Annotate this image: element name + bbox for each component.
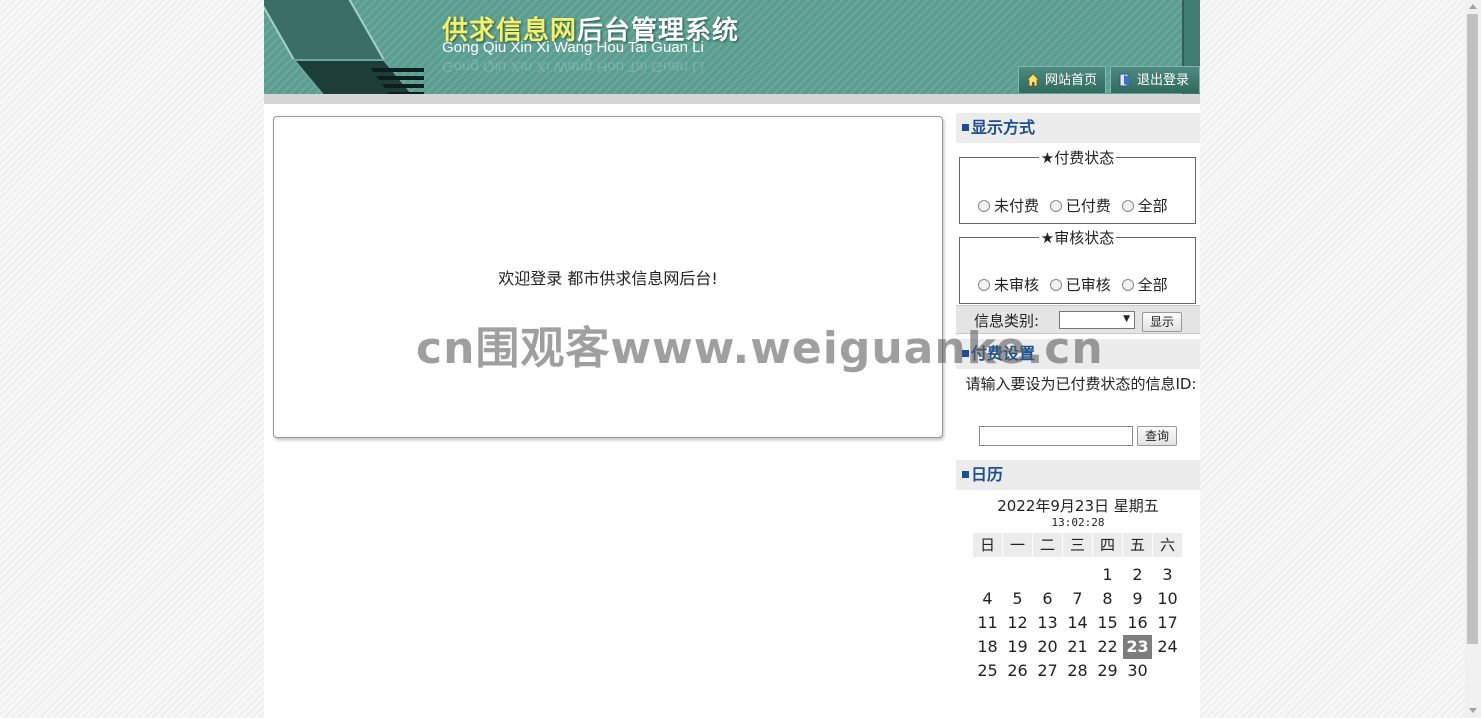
calendar-day[interactable]: 7 xyxy=(1063,587,1092,611)
calendar-heading: 日历 xyxy=(956,460,1200,490)
logout-link[interactable]: 退出登录 xyxy=(1110,66,1200,93)
radio-audit-all[interactable]: 全部 xyxy=(1121,274,1168,295)
pay-status-legend: ★付费状态 xyxy=(1040,149,1115,167)
calendar-week-row: 4 5 6 7 8 9 10 xyxy=(973,587,1183,611)
calendar-date: 2022年9月23日 星期五 xyxy=(997,497,1159,515)
radio-audited[interactable]: 已审核 xyxy=(1049,274,1111,295)
radio-paid[interactable]: 已付费 xyxy=(1049,195,1111,216)
calendar-day[interactable]: 8 xyxy=(1093,587,1122,611)
calendar-time: 13:02:28 xyxy=(1051,516,1105,529)
audit-status-legend: ★审核状态 xyxy=(1040,229,1115,247)
calendar-day[interactable]: 9 xyxy=(1123,587,1152,611)
calendar-day[interactable]: 29 xyxy=(1093,659,1122,683)
radio-circle-icon[interactable] xyxy=(1049,200,1062,212)
query-button[interactable]: 查询 xyxy=(1137,426,1177,446)
heading-bullet-icon xyxy=(962,471,969,478)
scroll-down-arrow-icon[interactable] xyxy=(1469,708,1477,713)
welcome-panel: 欢迎登录 都市供求信息网后台! xyxy=(273,116,943,438)
radio-circle-icon[interactable] xyxy=(1121,279,1134,291)
home-link-label: 网站首页 xyxy=(1045,73,1098,88)
calendar-weekday: 一 xyxy=(1003,533,1032,557)
radio-pay-all-label: 全部 xyxy=(1137,197,1168,215)
audit-status-options: 未审核 已审核 全部 xyxy=(978,274,1174,295)
calendar-day[interactable]: 26 xyxy=(1003,659,1032,683)
calendar-weekday: 四 xyxy=(1093,533,1122,557)
pay-status-options: 未付费 已付费 全部 xyxy=(978,195,1174,216)
calendar-day[interactable]: 13 xyxy=(1033,611,1062,635)
laptop-illustration xyxy=(264,0,424,94)
radio-audited-label: 已审核 xyxy=(1065,276,1111,294)
scroll-up-arrow-icon[interactable] xyxy=(1469,4,1477,9)
calendar-day-today[interactable]: 23 xyxy=(1123,635,1152,659)
calendar-week-row: 11 12 13 14 15 16 17 xyxy=(973,611,1183,635)
calendar-day[interactable]: 20 xyxy=(1033,635,1062,659)
calendar-day[interactable]: 12 xyxy=(1003,611,1032,635)
radio-unaudited-label: 未审核 xyxy=(994,276,1040,294)
radio-audit-all-label: 全部 xyxy=(1137,276,1168,294)
radio-circle-icon[interactable] xyxy=(1049,279,1062,291)
show-button[interactable]: 显示 xyxy=(1142,312,1182,332)
welcome-message: 欢迎登录 都市供求信息网后台! xyxy=(498,269,718,288)
header-banner: 供求信息网后台管理系统 Gong Qiu Xin Xi Wang Hou Tai… xyxy=(264,0,1200,94)
calendar-weekday: 日 xyxy=(973,533,1002,557)
calendar-day[interactable]: 15 xyxy=(1093,611,1122,635)
system-subtitle-reflection: Gong Qiu Xin Xi Wang Hou Tai Guan Li xyxy=(442,58,704,75)
calendar-week-row: 25 26 27 28 29 30 xyxy=(973,659,1183,683)
home-icon xyxy=(1026,73,1040,87)
calendar-day[interactable]: 2 xyxy=(1123,563,1152,587)
calendar-weekday: 六 xyxy=(1153,533,1182,557)
header-divider xyxy=(264,94,1200,104)
calendar-day[interactable]: 19 xyxy=(1003,635,1032,659)
calendar-weekday: 三 xyxy=(1063,533,1092,557)
calendar-week-row: 123 xyxy=(973,563,1183,587)
calendar-day[interactable]: 1 xyxy=(1093,563,1122,587)
radio-pay-all[interactable]: 全部 xyxy=(1121,195,1168,216)
calendar-week-row: 18 19 20 21 22 23 24 xyxy=(973,635,1183,659)
radio-circle-icon[interactable] xyxy=(978,200,990,212)
watermark-text: cn围观客www.weiguanke.cn xyxy=(416,323,1104,374)
calendar-day[interactable]: 3 xyxy=(1153,563,1182,587)
calendar-day[interactable]: 25 xyxy=(973,659,1002,683)
dropdown-arrow-icon: ▼ xyxy=(1123,314,1130,324)
calendar-weekday: 二 xyxy=(1033,533,1062,557)
calendar-day[interactable]: 6 xyxy=(1033,587,1062,611)
scrollbar-thumb[interactable] xyxy=(1467,14,1478,644)
calendar-day[interactable]: 18 xyxy=(973,635,1002,659)
logout-link-label: 退出登录 xyxy=(1137,73,1190,88)
calendar-day[interactable]: 24 xyxy=(1153,635,1182,659)
radio-circle-icon[interactable] xyxy=(1121,200,1134,212)
calendar-day[interactable]: 11 xyxy=(973,611,1002,635)
calendar-day[interactable]: 30 xyxy=(1123,659,1152,683)
display-mode-heading: 显示方式 xyxy=(956,113,1200,143)
calendar-day[interactable]: 21 xyxy=(1063,635,1092,659)
radio-circle-icon[interactable] xyxy=(978,279,990,291)
home-link[interactable]: 网站首页 xyxy=(1018,66,1106,93)
info-id-input[interactable] xyxy=(979,426,1133,446)
calendar-weekday: 五 xyxy=(1123,533,1152,557)
calendar-heading-text: 日历 xyxy=(971,465,1004,484)
heading-bullet-icon xyxy=(962,124,969,131)
calendar-weekday-row: 日一二三四五六 xyxy=(973,533,1183,557)
calendar-day[interactable]: 4 xyxy=(973,587,1002,611)
radio-unpaid[interactable]: 未付费 xyxy=(978,195,1039,216)
system-subtitle: Gong Qiu Xin Xi Wang Hou Tai Guan Li xyxy=(442,39,704,56)
radio-paid-label: 已付费 xyxy=(1065,197,1111,215)
calendar-day[interactable]: 22 xyxy=(1093,635,1122,659)
logout-icon xyxy=(1119,73,1129,87)
radio-unaudited[interactable]: 未审核 xyxy=(978,274,1039,295)
display-mode-heading-text: 显示方式 xyxy=(971,118,1036,137)
calendar-day[interactable]: 28 xyxy=(1063,659,1092,683)
calendar-day[interactable]: 14 xyxy=(1063,611,1092,635)
calendar-day[interactable]: 27 xyxy=(1033,659,1062,683)
vertical-scrollbar[interactable] xyxy=(1465,0,1481,718)
calendar-day[interactable]: 16 xyxy=(1123,611,1152,635)
calendar-day[interactable]: 10 xyxy=(1153,587,1182,611)
pay-settings-prompt: 请输入要设为已付费状态的信息ID: xyxy=(965,375,1197,393)
calendar-day[interactable]: 17 xyxy=(1153,611,1182,635)
calendar-day[interactable]: 5 xyxy=(1003,587,1032,611)
radio-unpaid-label: 未付费 xyxy=(994,197,1040,215)
